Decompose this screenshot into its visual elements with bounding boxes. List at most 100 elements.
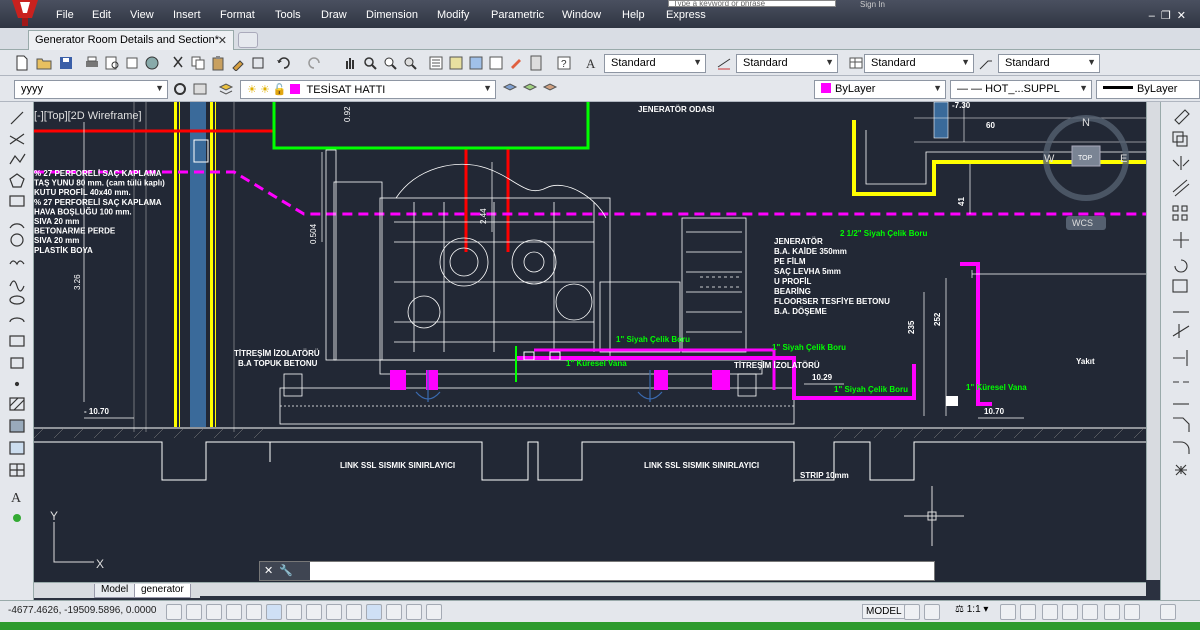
polyline-icon[interactable] xyxy=(9,153,26,165)
menu-edit[interactable]: Edit xyxy=(92,9,111,21)
sheet-set-icon[interactable] xyxy=(488,55,504,71)
plot-preview-icon[interactable] xyxy=(104,55,120,71)
allow-disallow-ucs-icon[interactable] xyxy=(326,604,342,620)
workspace-dropdown[interactable]: yyyy ▼ xyxy=(14,80,168,99)
menu-express[interactable]: Express xyxy=(666,9,706,21)
add-selected-icon[interactable] xyxy=(13,514,21,522)
menu-draw[interactable]: Draw xyxy=(321,9,347,21)
isolate-objects-icon[interactable] xyxy=(1104,604,1120,620)
cad-drawing[interactable]: JENERATÖR ODASI Yakıt % 27 PERFORELİ SAÇ… xyxy=(34,102,1146,582)
construction-line-icon[interactable] xyxy=(9,133,25,145)
annotation-scale-button[interactable]: ⚖ 1:1 ▾ xyxy=(955,604,988,615)
circle-icon[interactable] xyxy=(10,233,24,247)
clean-screen-icon[interactable] xyxy=(1124,604,1140,620)
copy-icon[interactable] xyxy=(190,55,206,71)
print-icon[interactable] xyxy=(84,55,100,71)
design-center-icon[interactable] xyxy=(448,55,464,71)
viewcube-west[interactable]: W xyxy=(1044,153,1055,165)
grid-display-icon[interactable] xyxy=(206,604,222,620)
move-icon[interactable] xyxy=(1173,232,1189,248)
snap-mode-icon[interactable] xyxy=(186,604,202,620)
fillet-icon[interactable] xyxy=(1173,441,1190,454)
spline-icon[interactable] xyxy=(9,280,25,292)
menu-parametric[interactable]: Parametric xyxy=(491,9,544,21)
layer-dropdown[interactable]: ☀ ☀ 🔓 TESİSAT HATTI ▼ xyxy=(240,80,496,99)
vertical-scrollbar[interactable] xyxy=(1146,102,1160,580)
lock-toolbar-icon[interactable] xyxy=(1062,604,1078,620)
open-file-icon[interactable] xyxy=(36,55,52,71)
line-tool-icon[interactable] xyxy=(10,111,24,125)
command-input[interactable] xyxy=(312,563,930,579)
make-block-icon[interactable] xyxy=(10,357,24,369)
quick-properties-icon[interactable] xyxy=(406,604,422,620)
erase-icon[interactable] xyxy=(1174,109,1190,125)
menu-help[interactable]: Help xyxy=(622,9,645,21)
infer-constraints-icon[interactable] xyxy=(166,604,182,620)
zoom-realtime-icon[interactable] xyxy=(362,55,378,71)
transparency-icon[interactable] xyxy=(386,604,402,620)
copy-object-icon[interactable] xyxy=(1172,131,1188,147)
new-tab-button[interactable] xyxy=(238,32,258,48)
gradient-icon[interactable] xyxy=(9,419,25,433)
offset-icon[interactable] xyxy=(1172,179,1190,197)
menu-file[interactable]: File xyxy=(56,9,74,21)
lineweight-display-icon[interactable] xyxy=(366,604,382,620)
table-style-icon[interactable] xyxy=(848,55,864,71)
menu-tools[interactable]: Tools xyxy=(275,9,301,21)
ellipse-arc-icon[interactable] xyxy=(9,317,25,323)
save-icon[interactable] xyxy=(58,55,74,71)
block-editor-icon[interactable] xyxy=(250,55,266,71)
viewcube-top[interactable]: TOP xyxy=(1078,155,1093,162)
markup-icon[interactable] xyxy=(508,55,524,71)
search-input[interactable]: Type a keyword or phrase xyxy=(668,0,836,7)
hardware-acceleration-icon[interactable] xyxy=(1082,604,1098,620)
viewcube-east[interactable]: E xyxy=(1120,153,1127,165)
extend-icon[interactable] xyxy=(1173,350,1188,366)
lineweight-dropdown[interactable]: ByLayer xyxy=(1096,80,1200,99)
menu-window[interactable]: Window xyxy=(562,9,601,21)
redo-icon[interactable] xyxy=(306,55,322,71)
properties-icon[interactable] xyxy=(428,55,444,71)
annotation-visibility-icon[interactable] xyxy=(1000,604,1016,620)
layer-states-icon[interactable] xyxy=(542,81,558,97)
menu-dimension[interactable]: Dimension xyxy=(366,9,418,21)
menu-modify[interactable]: Modify xyxy=(437,9,469,21)
wcs-button[interactable]: WCS xyxy=(1072,218,1093,228)
rotate-icon[interactable] xyxy=(1174,259,1188,273)
selection-cycling-icon[interactable] xyxy=(426,604,442,620)
table-icon[interactable] xyxy=(9,463,25,477)
insert-block-icon[interactable] xyxy=(9,335,25,347)
revision-cloud-icon[interactable] xyxy=(9,260,25,266)
linetype-dropdown[interactable]: — — HOT_...SUPPL ▼ xyxy=(950,80,1092,99)
layer-properties-icon[interactable] xyxy=(218,81,234,97)
menu-insert[interactable]: Insert xyxy=(173,9,201,21)
3d-osnap-icon[interactable] xyxy=(286,604,302,620)
text-style-dropdown[interactable]: Standard ▼ xyxy=(604,54,706,73)
auto-scale-icon[interactable] xyxy=(1020,604,1036,620)
document-tab[interactable]: Generator Room Details and Section* ✕ xyxy=(28,30,234,50)
dynamic-input-icon[interactable] xyxy=(346,604,362,620)
object-snap-tracking-icon[interactable] xyxy=(306,604,322,620)
hatch-icon[interactable] xyxy=(9,397,25,411)
calculator-icon[interactable] xyxy=(528,55,544,71)
scale-icon[interactable] xyxy=(1172,279,1188,293)
model-space-button[interactable]: MODEL xyxy=(862,604,906,619)
viewcube-north[interactable]: N xyxy=(1082,117,1090,129)
table-style-dropdown[interactable]: Standard ▼ xyxy=(864,54,974,73)
new-file-icon[interactable] xyxy=(14,55,30,71)
close-tab-icon[interactable]: ✕ xyxy=(218,34,227,47)
polar-tracking-icon[interactable] xyxy=(246,604,262,620)
tab-generator[interactable]: generator xyxy=(134,584,191,598)
zoom-previous-icon[interactable] xyxy=(402,55,418,71)
pan-icon[interactable] xyxy=(342,55,358,71)
multileader-style-dropdown[interactable]: Standard ▼ xyxy=(998,54,1100,73)
match-properties-icon[interactable] xyxy=(230,55,246,72)
window-controls[interactable]: –❐✕ xyxy=(1149,9,1192,22)
status-menu-icon[interactable] xyxy=(1160,604,1176,620)
horizontal-scrollbar[interactable] xyxy=(200,582,1146,596)
drawing-canvas[interactable]: JENERATÖR ODASI Yakıt % 27 PERFORELİ SAÇ… xyxy=(34,102,1146,582)
menu-view[interactable]: View xyxy=(130,9,154,21)
command-line-controls[interactable]: ✕🔧 xyxy=(260,562,310,580)
3d-print-icon[interactable] xyxy=(144,55,160,71)
publish-icon[interactable] xyxy=(124,55,140,71)
